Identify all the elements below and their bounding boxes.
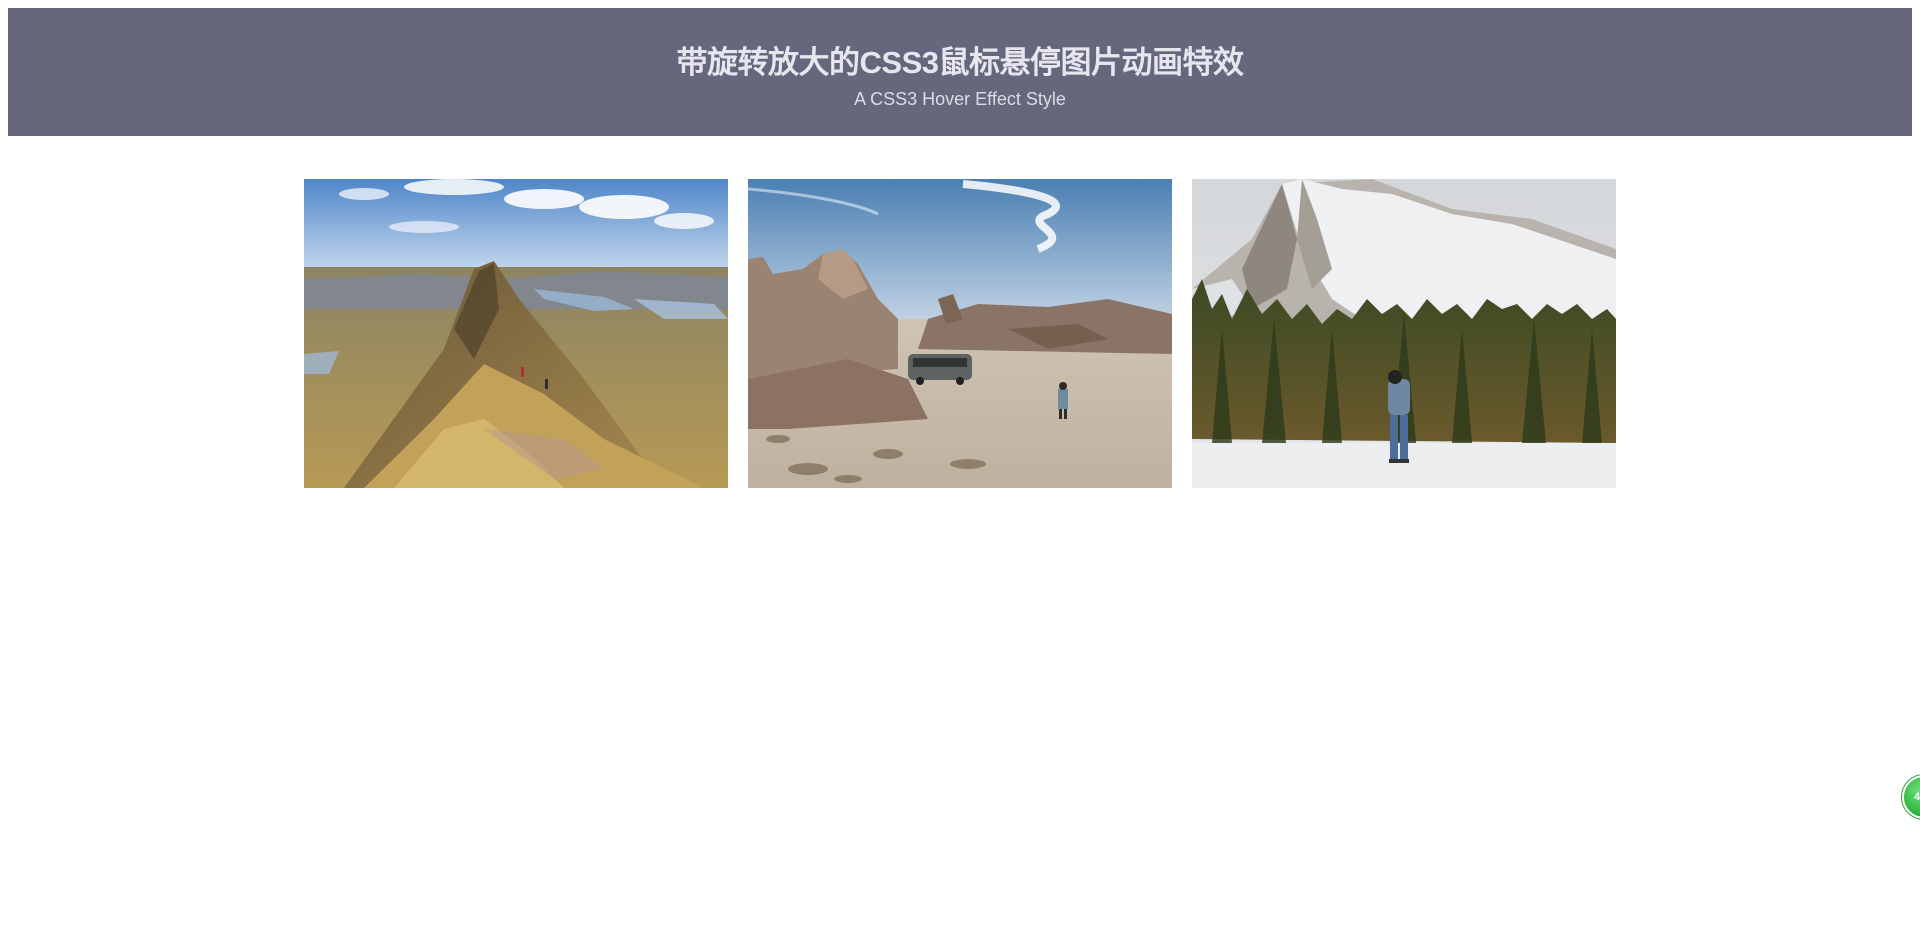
gallery-item-mountain-ridge[interactable]: [304, 179, 728, 488]
gallery-item-snowy-mountain[interactable]: [1192, 179, 1616, 488]
snowy-mountain-image: [1192, 179, 1616, 488]
desert-rocks-image: [748, 179, 1172, 488]
gallery-item-desert-rocks[interactable]: [748, 179, 1172, 488]
floating-counter-badge[interactable]: 48: [1902, 775, 1920, 819]
image-gallery: [304, 179, 1616, 488]
page-title: 带旋转放大的CSS3鼠标悬停图片动画特效: [676, 45, 1244, 80]
mountain-ridge-image: [304, 179, 728, 488]
page-header: 带旋转放大的CSS3鼠标悬停图片动画特效 A CSS3 Hover Effect…: [8, 8, 1912, 136]
page-subtitle: A CSS3 Hover Effect Style: [854, 89, 1066, 110]
